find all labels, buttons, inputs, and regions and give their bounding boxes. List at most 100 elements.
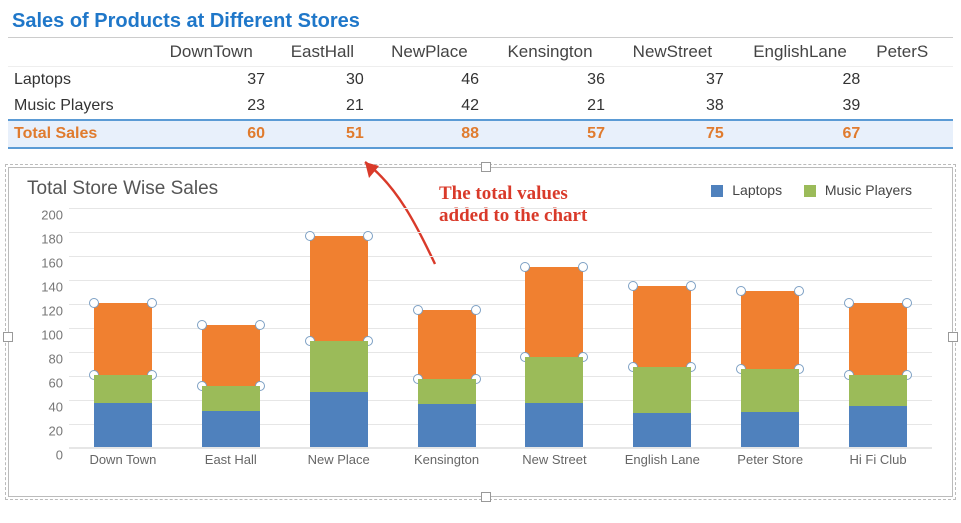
legend-swatch-music [804,185,816,197]
cell[interactable]: 21 [273,93,372,120]
cell[interactable]: 37 [613,67,732,94]
chart-legend[interactable]: Laptops Music Players [693,182,912,198]
legend-swatch-laptops [711,185,723,197]
bar-segment-total[interactable] [741,291,799,369]
selection-handle-icon[interactable] [794,286,804,296]
sales-table: DownTown EastHall NewPlace Kensington Ne… [8,37,953,149]
x-tick-label: Down Town [75,452,170,467]
bar-segment-total[interactable] [849,303,907,375]
selection-handle-icon[interactable] [520,262,530,272]
cell[interactable]: 39 [732,93,869,120]
x-tick-label: New Place [291,452,386,467]
resize-handle-icon[interactable] [3,332,13,342]
bar-segment-total[interactable] [310,236,368,342]
selection-handle-icon[interactable] [197,320,207,330]
selection-handle-icon[interactable] [363,231,373,241]
chart-object[interactable]: Total Store Wise Sales Laptops Music Pla… [8,167,953,497]
cell[interactable]: 38 [613,93,732,120]
cell[interactable]: 36 [487,67,613,94]
col-blank [8,38,149,67]
bar-segment-total[interactable] [633,286,691,366]
cell[interactable]: 37 [149,67,273,94]
bar-segment-music[interactable] [741,369,799,412]
selection-handle-icon[interactable] [147,298,157,308]
legend-label-laptops: Laptops [732,182,782,198]
bar-column[interactable] [723,208,818,447]
cell[interactable] [868,93,953,120]
bar-segment-laptops[interactable] [633,413,691,447]
selection-handle-icon[interactable] [305,231,315,241]
y-tick-label: 80 [49,352,63,367]
resize-handle-icon[interactable] [481,492,491,502]
resize-handle-icon[interactable] [948,332,958,342]
bar-segment-total[interactable] [202,325,260,386]
bar-column[interactable] [615,208,710,447]
bar-segment-laptops[interactable] [741,412,799,447]
cell[interactable]: 60 [149,120,273,148]
bar-column[interactable] [183,208,278,447]
cell[interactable]: 75 [613,120,732,148]
bar-column[interactable] [831,208,926,447]
cell[interactable]: 51 [273,120,372,148]
selection-handle-icon[interactable] [902,298,912,308]
x-tick-label: Hi Fi Club [831,452,926,467]
cell[interactable] [868,67,953,94]
bar-column[interactable] [75,208,170,447]
bar-segment-music[interactable] [849,375,907,406]
table-header-row: DownTown EastHall NewPlace Kensington Ne… [8,38,953,67]
bar-segment-music[interactable] [202,386,260,411]
table-row: Laptops 37 30 46 36 37 28 [8,67,953,94]
selection-handle-icon[interactable] [578,262,588,272]
cell[interactable]: 42 [372,93,487,120]
selection-handle-icon[interactable] [736,286,746,296]
selection-handle-icon[interactable] [471,305,481,315]
bar-column[interactable] [399,208,494,447]
col-peters: PeterS [868,38,953,67]
selection-handle-icon[interactable] [628,281,638,291]
bar-column[interactable] [291,208,386,447]
col-newstreet: NewStreet [613,38,732,67]
x-axis-labels: Down TownEast HallNew PlaceKensingtonNew… [69,452,932,467]
bar-segment-music[interactable] [633,367,691,414]
bar-segment-laptops[interactable] [202,411,260,447]
x-tick-label: Kensington [399,452,494,467]
col-downtown: DownTown [149,38,273,67]
bar-column[interactable] [507,208,602,447]
resize-handle-icon[interactable] [481,162,491,172]
y-tick-label: 140 [41,280,63,295]
bar-segment-music[interactable] [418,379,476,404]
selection-handle-icon[interactable] [686,281,696,291]
legend-label-music: Music Players [825,182,912,198]
cell[interactable]: 21 [487,93,613,120]
bar-segment-total[interactable] [418,310,476,378]
selection-handle-icon[interactable] [413,305,423,315]
cell[interactable]: 28 [732,67,869,94]
cell[interactable]: 57 [487,120,613,148]
bar-segment-laptops[interactable] [418,404,476,447]
cell[interactable]: 88 [372,120,487,148]
bar-segment-laptops[interactable] [849,406,907,447]
selection-handle-icon[interactable] [255,320,265,330]
col-kensington: Kensington [487,38,613,67]
bar-segment-music[interactable] [525,357,583,403]
cell[interactable]: 30 [273,67,372,94]
bar-segment-total[interactable] [94,303,152,375]
cell[interactable]: 67 [732,120,869,148]
row-label-totals: Total Sales [8,120,149,148]
bar-segment-total[interactable] [525,267,583,357]
cell[interactable]: 23 [149,93,273,120]
y-tick-label: 100 [41,328,63,343]
x-tick-label: Peter Store [723,452,818,467]
bar-segment-laptops[interactable] [310,392,368,447]
cell[interactable] [868,120,953,148]
selection-handle-icon[interactable] [89,298,99,308]
bar-segment-music[interactable] [94,375,152,403]
bar-segment-laptops[interactable] [94,403,152,447]
cell[interactable]: 46 [372,67,487,94]
gridline [69,448,932,449]
bar-segment-laptops[interactable] [525,403,583,447]
selection-handle-icon[interactable] [844,298,854,308]
totals-row[interactable]: Total Sales 60 51 88 57 75 67 [8,120,953,148]
plot-area[interactable]: 020406080100120140160180200 [69,208,932,448]
bar-segment-music[interactable] [310,341,368,391]
